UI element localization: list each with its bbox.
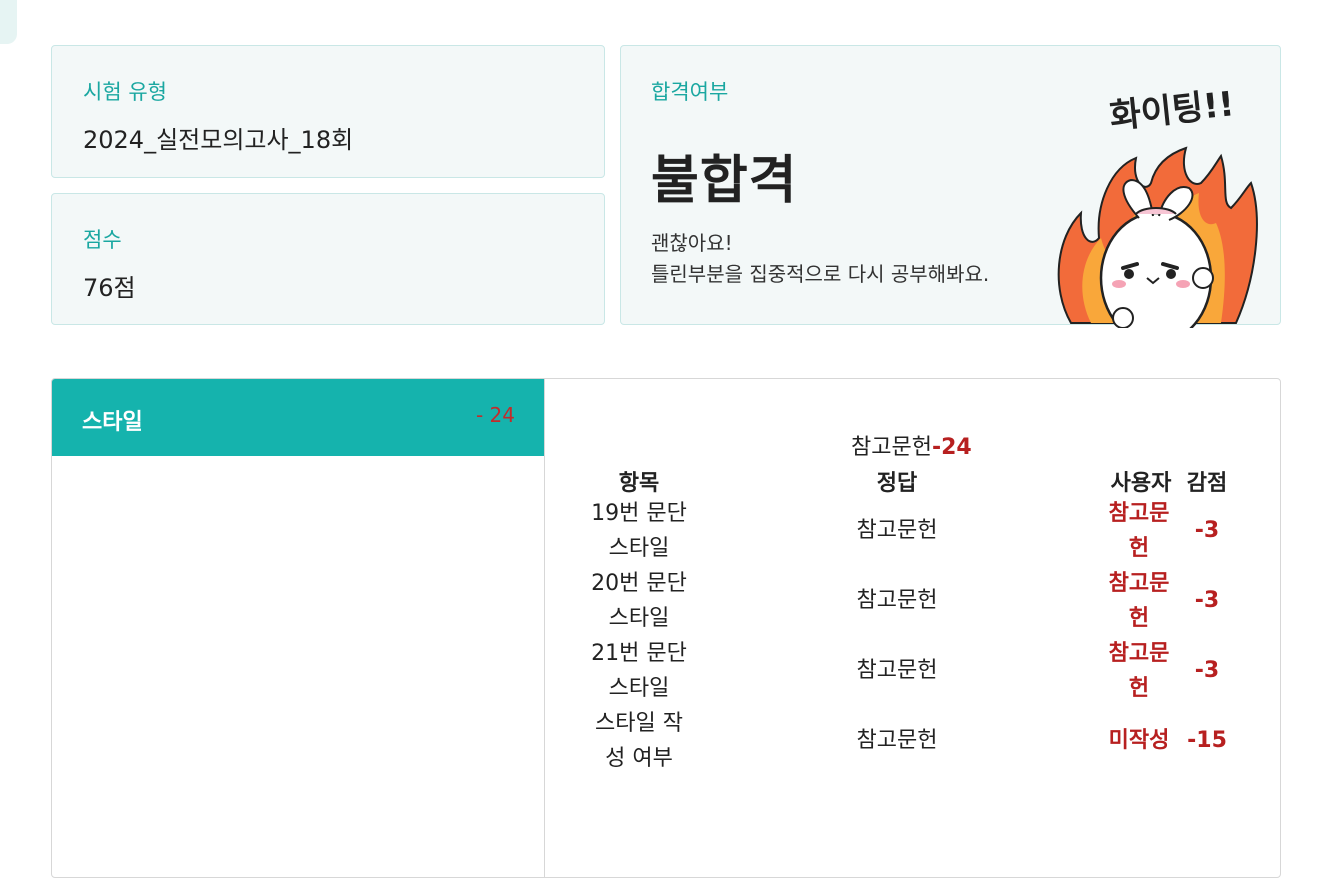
result-message-line1: 괜찮아요! [651, 231, 733, 255]
header-answer: 정답 [876, 471, 918, 496]
deduction-table: 참고문헌-24 항목 정답 사용자 감점 19번 문단 스타일 참고문헌 참고문 헌… [545, 379, 1280, 877]
result-message: 괜찮아요! 틀린부분을 집중적으로 다시 공부해봐요. [651, 228, 989, 290]
category-title: 스타일 [82, 410, 143, 435]
score-card: 점수 76점 [51, 193, 605, 325]
row-answer: 참고문헌 [856, 588, 938, 613]
category-deduction: - 24 [475, 403, 515, 427]
row-user: 참고문 헌 [1108, 501, 1170, 561]
category-sidebar: 스타일 - 24 [52, 379, 545, 877]
exam-type-card: 시험 유형 2024_실전모의고사_18회 [51, 45, 605, 178]
row-item: 19번 문단 스타일 [591, 501, 687, 561]
row-user: 참고문 헌 [1108, 571, 1170, 631]
header-deduct: 감점 [1186, 471, 1228, 496]
fighting-rabbit-illustration: 화이팅!! [1057, 88, 1258, 328]
corner-tab [0, 0, 17, 44]
row-deduct: -3 [1194, 658, 1220, 683]
result-message-line2: 틀린부분을 집중적으로 다시 공부해봐요. [651, 262, 990, 286]
row-answer: 참고문헌 [856, 658, 938, 683]
header-item: 항목 [618, 471, 660, 496]
table-caption: 참고문헌-24 [851, 429, 972, 461]
exam-type-value: 2024_실전모의고사_18회 [83, 126, 354, 154]
row-deduct: -15 [1187, 728, 1227, 753]
result-card: 합격여부 불합격 괜찮아요! 틀린부분을 집중적으로 다시 공부해봐요. 화이팅… [620, 45, 1281, 328]
exam-type-label: 시험 유형 [83, 80, 167, 104]
row-user: 참고문 헌 [1108, 641, 1170, 701]
result-status: 불합격 [651, 151, 798, 211]
row-deduct: -3 [1194, 588, 1220, 613]
row-item: 21번 문단 스타일 [591, 641, 687, 701]
header-user: 사용자 [1110, 471, 1172, 496]
row-user: 미작성 [1108, 728, 1170, 753]
row-answer: 참고문헌 [856, 728, 938, 753]
result-label: 합격여부 [651, 80, 729, 104]
row-answer: 참고문헌 [856, 518, 938, 543]
caption-total: -24 [931, 435, 972, 460]
score-value: 76점 [83, 274, 136, 302]
category-item-style[interactable]: 스타일 - 24 [52, 379, 544, 456]
caption-text: 참고문헌 [851, 435, 932, 460]
row-deduct: -3 [1194, 518, 1220, 543]
row-item: 20번 문단 스타일 [591, 571, 687, 631]
score-label: 점수 [83, 228, 122, 252]
deduction-panel: 스타일 - 24 참고문헌-24 항목 정답 사용자 감점 19번 문단 스타일 … [51, 378, 1281, 878]
row-item: 스타일 작성 여부 [595, 711, 683, 771]
mascot-text: 화이팅!! [1108, 88, 1236, 137]
